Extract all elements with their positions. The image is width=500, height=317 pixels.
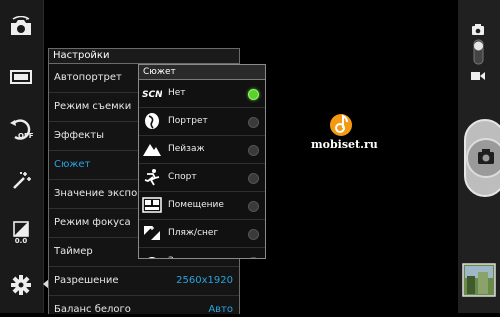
settings-row-label: Разрешение bbox=[54, 275, 119, 286]
gallery-thumbnail[interactable] bbox=[462, 263, 496, 297]
landscape-icon bbox=[143, 144, 161, 156]
scene-option-label: Закат bbox=[168, 248, 195, 258]
portrait-icon bbox=[145, 113, 159, 129]
scene-option-none[interactable]: SCN Нет bbox=[139, 80, 265, 108]
radio-unselected[interactable] bbox=[248, 201, 259, 212]
settings-row-label: Эффекты bbox=[54, 130, 104, 141]
flash-off-label: OFF bbox=[18, 132, 34, 140]
mobiset-logo-icon bbox=[330, 114, 352, 136]
scene-popup: Сюжет SCN Нет Портрет Пейзаж Спорт Помещ… bbox=[138, 64, 266, 259]
radio-selected[interactable] bbox=[248, 89, 259, 100]
white-balance-value: Авто bbox=[208, 304, 233, 314]
scene-popup-title: Сюжет bbox=[139, 65, 265, 80]
scene-option-sunset[interactable]: Закат bbox=[139, 248, 265, 258]
scene-option-label: Пляж/снег bbox=[168, 228, 219, 238]
settings-row-white-balance[interactable]: Баланс белого Авто bbox=[49, 296, 239, 314]
svg-text:SCN: SCN bbox=[142, 90, 162, 100]
sport-icon bbox=[144, 169, 160, 186]
scene-option-label: Портрет bbox=[168, 116, 208, 126]
scn-icon: SCN bbox=[142, 90, 162, 100]
video-mode-icon bbox=[471, 72, 485, 80]
scene-option-indoor[interactable]: Помещение bbox=[139, 192, 265, 220]
radio-unselected[interactable] bbox=[248, 229, 259, 240]
settings-gear-icon[interactable] bbox=[6, 270, 36, 300]
resolution-value: 2560x1920 bbox=[176, 275, 233, 286]
camera-video-switch[interactable] bbox=[473, 39, 484, 65]
scene-option-landscape[interactable]: Пейзаж bbox=[139, 136, 265, 164]
switch-camera-icon[interactable] bbox=[6, 12, 36, 42]
scene-option-label: Пейзаж bbox=[168, 144, 205, 154]
flash-off-icon[interactable]: OFF bbox=[6, 114, 36, 144]
right-toolbar bbox=[458, 0, 500, 313]
settings-row-label: Режим съемки bbox=[54, 101, 132, 112]
radio-unselected[interactable] bbox=[248, 145, 259, 156]
settings-row-resolution[interactable]: Разрешение 2560x1920 bbox=[49, 267, 239, 296]
radio-unselected[interactable] bbox=[248, 173, 259, 184]
scene-option-beach-snow[interactable]: Пляж/снег bbox=[139, 220, 265, 248]
settings-row-label: Сюжет bbox=[54, 159, 91, 170]
shooting-mode-icon[interactable] bbox=[6, 62, 36, 92]
scene-option-label: Помещение bbox=[168, 200, 224, 210]
camera-mode-icon bbox=[472, 24, 484, 35]
settings-row-label: Баланс белого bbox=[54, 304, 131, 314]
scene-option-portrait[interactable]: Портрет bbox=[139, 108, 265, 136]
scene-option-sport[interactable]: Спорт bbox=[139, 164, 265, 192]
beach-snow-icon bbox=[144, 226, 160, 240]
exposure-value: 0.0 bbox=[14, 237, 28, 245]
shutter-button[interactable] bbox=[464, 119, 500, 197]
exposure-icon[interactable]: 0.0 bbox=[6, 218, 36, 248]
scene-option-label: Спорт bbox=[168, 172, 197, 182]
settings-row-label: Режим фокуса bbox=[54, 217, 131, 228]
radio-unselected[interactable] bbox=[248, 257, 259, 258]
settings-title: Настройки bbox=[49, 49, 239, 64]
indoor-icon bbox=[142, 197, 162, 213]
settings-row-label: Автопортрет bbox=[54, 72, 122, 83]
radio-unselected[interactable] bbox=[248, 117, 259, 128]
mobiset-watermark: mobiset.ru bbox=[311, 138, 378, 151]
scene-option-label: Нет bbox=[168, 88, 186, 98]
settings-row-label: Таймер bbox=[54, 246, 93, 257]
sunset-icon bbox=[148, 257, 156, 258]
left-toolbar: OFF 0.0 bbox=[0, 0, 44, 313]
effects-wand-icon[interactable] bbox=[6, 166, 36, 196]
